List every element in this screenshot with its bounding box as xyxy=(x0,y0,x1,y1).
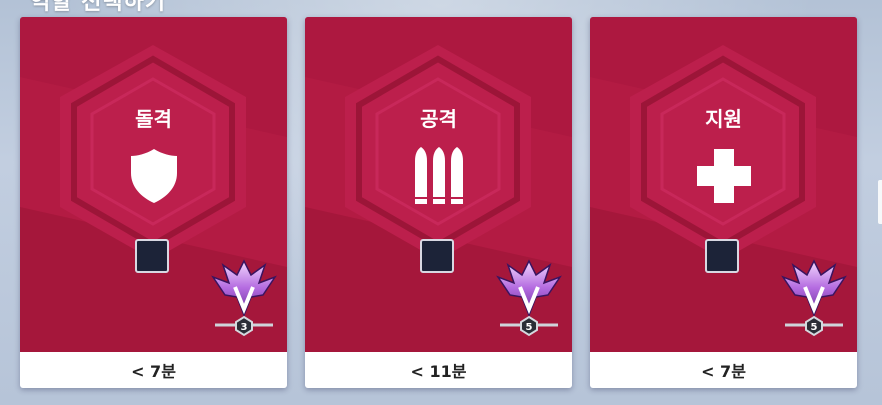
rank-slot[interactable] xyxy=(705,239,739,273)
grandmaster-rank-icon: 3 xyxy=(209,257,279,347)
rank-tier: 5 xyxy=(526,322,533,333)
role-card-body: 돌격 3 xyxy=(20,17,287,352)
role-card-body: 지원 5 xyxy=(590,17,857,352)
cross-icon xyxy=(590,147,857,209)
role-card-tank[interactable]: 돌격 3 < 7분 xyxy=(20,17,287,388)
bullets-icon xyxy=(305,147,572,209)
role-card-body: 공격 5 xyxy=(305,17,572,352)
rank-slot[interactable] xyxy=(135,239,169,273)
rank-tier: 5 xyxy=(811,322,818,333)
rank-slot[interactable] xyxy=(420,239,454,273)
wait-time-bar: < 7분 xyxy=(590,352,857,388)
wait-time-bar: < 11분 xyxy=(305,352,572,388)
wait-time-label: < 11분 xyxy=(410,362,467,381)
role-name: 돌격 xyxy=(135,107,172,131)
wait-time-label: < 7분 xyxy=(131,362,176,381)
role-card-support[interactable]: 지원 5 < 7분 xyxy=(590,17,857,388)
page-title: 역할 선택하기 xyxy=(30,0,167,15)
grandmaster-rank-icon: 5 xyxy=(779,257,849,347)
shield-icon xyxy=(20,147,287,209)
role-card-damage[interactable]: 공격 5 < 11분 xyxy=(305,17,572,388)
wait-time-bar: < 7분 xyxy=(20,352,287,388)
scroll-handle[interactable] xyxy=(878,180,882,224)
role-name: 지원 xyxy=(705,107,742,131)
grandmaster-rank-icon: 5 xyxy=(494,257,564,347)
rank-tier: 3 xyxy=(241,322,248,333)
wait-time-label: < 7분 xyxy=(701,362,746,381)
role-name: 공격 xyxy=(420,107,457,131)
